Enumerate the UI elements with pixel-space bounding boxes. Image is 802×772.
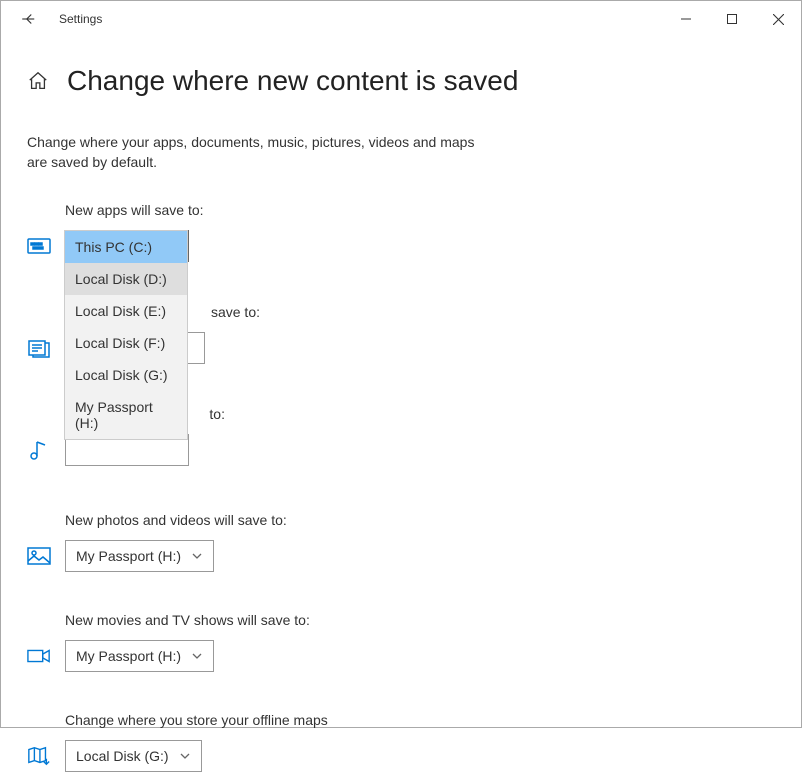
maximize-button[interactable] [709,1,755,37]
movies-icon [27,644,51,668]
back-button[interactable] [9,1,49,37]
chevron-down-icon [191,650,203,662]
chevron-down-icon [179,750,191,762]
dropdown-option[interactable]: My Passport (H:) [65,391,187,439]
page-title: Change where new content is saved [67,65,518,97]
photos-icon [27,544,51,568]
close-icon [773,14,784,25]
music-icon [27,438,51,462]
section-label-maps: Change where you store your offline maps [65,712,775,728]
home-icon[interactable] [27,70,49,92]
dropdown-value-movies: My Passport (H:) [76,648,181,664]
chevron-down-icon [191,550,203,562]
page-header: Change where new content is saved [27,65,775,97]
documents-icon [27,336,51,360]
dropdown-photos[interactable]: My Passport (H:) [65,540,214,572]
section-apps: New apps will save to: This PC (C:) [27,202,775,262]
minimize-icon [681,14,691,24]
dropdown-list-apps: This PC (C:) Local Disk (D:) Local Disk … [64,230,188,440]
maximize-icon [727,14,737,24]
content-area: Change where new content is saved Change… [1,37,801,772]
save-location-sections: New apps will save to: This PC (C:) [27,202,775,772]
dropdown-option[interactable]: Local Disk (G:) [65,359,187,391]
section-label-photos: New photos and videos will save to: [65,512,775,528]
dropdown-maps[interactable]: Local Disk (G:) [65,740,202,772]
window-controls [663,1,801,37]
dropdown-value-photos: My Passport (H:) [76,548,181,564]
section-label-movies: New movies and TV shows will save to: [65,612,775,628]
apps-icon [27,234,51,258]
minimize-button[interactable] [663,1,709,37]
section-movies: New movies and TV shows will save to: My… [27,612,775,672]
close-button[interactable] [755,1,801,37]
dropdown-option[interactable]: This PC (C:) [65,231,187,263]
app-title: Settings [59,12,102,26]
dropdown-option[interactable]: Local Disk (D:) [65,263,187,295]
section-label-apps: New apps will save to: [65,202,775,218]
section-maps: Change where you store your offline maps… [27,712,775,772]
arrow-left-icon [20,10,38,28]
dropdown-option[interactable]: Local Disk (E:) [65,295,187,327]
dropdown-option[interactable]: Local Disk (F:) [65,327,187,359]
dropdown-value-maps: Local Disk (G:) [76,748,169,764]
maps-icon [27,744,51,768]
page-description: Change where your apps, documents, music… [27,133,487,172]
titlebar: Settings [1,1,801,37]
dropdown-movies[interactable]: My Passport (H:) [65,640,214,672]
section-photos: New photos and videos will save to: My P… [27,512,775,572]
